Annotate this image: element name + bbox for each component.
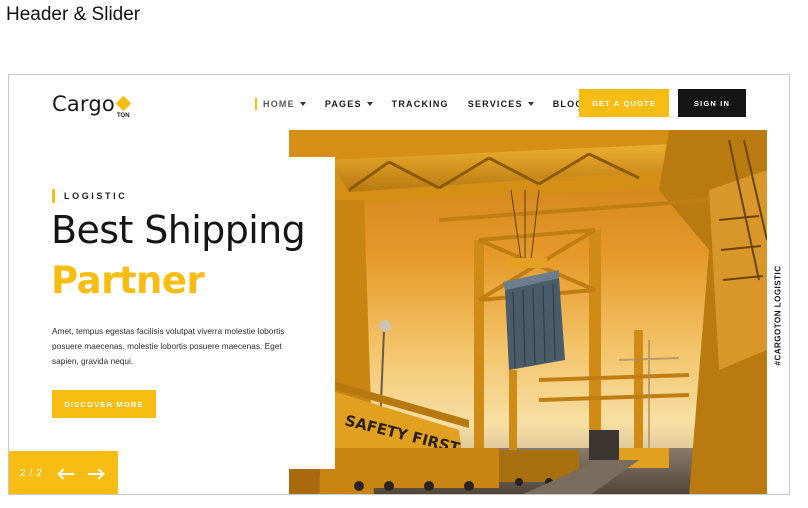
nav-item-pages[interactable]: PAGES (325, 99, 373, 109)
eyebrow-accent-bar (52, 189, 55, 203)
brand-name: Cargo (52, 92, 115, 116)
side-label: #CARGOTON LOGISTIC (771, 265, 785, 365)
get-quote-button[interactable]: GET A QUOTE (579, 89, 669, 117)
nav-item-home[interactable]: HOME (255, 98, 306, 110)
chevron-down-icon (527, 102, 534, 106)
hero-eyebrow: LOGISTIC (52, 189, 127, 203)
arrow-left-icon[interactable] (58, 467, 76, 481)
hero-panel-overlap (289, 157, 335, 469)
hero-title: Best Shipping (51, 208, 306, 252)
nav-item-label: TRACKING (391, 99, 449, 109)
sign-in-button[interactable]: SIGN IN (678, 89, 746, 117)
hero-description: Amet, tempus egestas facilisis volutpat … (52, 326, 285, 366)
arrow-right-icon[interactable] (86, 467, 104, 481)
website-preview: Cargo TON HOME PAGES TRACKING SERVICES B… (8, 74, 790, 495)
chevron-down-icon (366, 102, 373, 106)
nav-item-tracking[interactable]: TRACKING (392, 99, 449, 109)
nav-item-services[interactable]: SERVICES (468, 99, 534, 109)
eyebrow-text: LOGISTIC (64, 191, 128, 201)
nav-item-label: PAGES (324, 99, 362, 109)
side-label-text: #CARGOTON LOGISTIC (773, 265, 783, 365)
slide-separator: / (29, 468, 35, 479)
active-indicator (255, 98, 257, 110)
page-caption: Header & Slider (6, 4, 141, 25)
slide-total: 2 (36, 468, 44, 479)
nav-item-label: HOME (263, 99, 295, 109)
nav-item-label: SERVICES (467, 99, 523, 109)
slider-controls: 2 / 2 (9, 451, 118, 494)
main-nav: HOME PAGES TRACKING SERVICES BLOG (255, 97, 614, 111)
cube-logo-icon: TON (115, 92, 134, 119)
hero-image: SAFETY FIRST (289, 130, 767, 494)
slide-current: 2 (20, 468, 28, 479)
chevron-down-icon (299, 102, 306, 106)
port-crane-container-photo: SAFETY FIRST (289, 130, 767, 494)
discover-more-button[interactable]: DISCOVER MORE (52, 390, 156, 418)
hero-title-highlight: Partner (51, 259, 205, 302)
slide-counter: 2 / 2 (20, 468, 44, 479)
brand-suffix: TON (116, 113, 130, 119)
brand-logo[interactable]: Cargo TON (52, 92, 134, 119)
